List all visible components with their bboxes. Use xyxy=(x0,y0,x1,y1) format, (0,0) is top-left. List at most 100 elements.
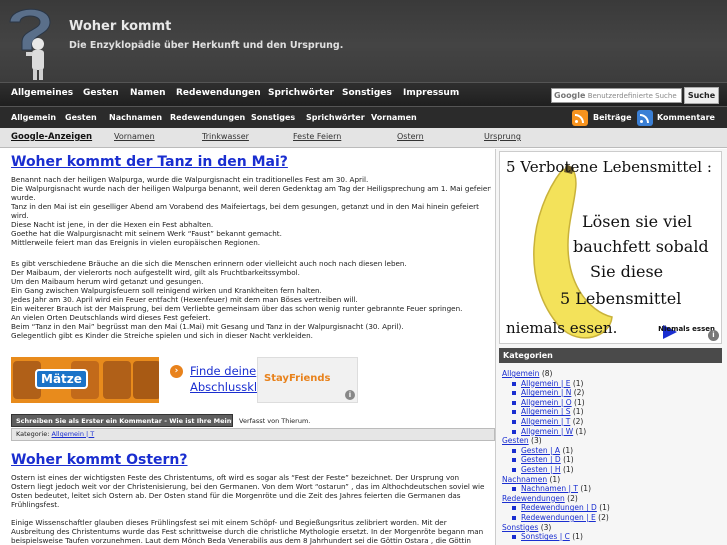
feed-comments-link[interactable]: Kommentare xyxy=(657,113,715,122)
text-line: Der Maibaum, der vielerorts noch aufgest… xyxy=(11,268,300,277)
nav-item-sonstiges[interactable]: Sonstiges xyxy=(342,88,392,98)
ad-links-bar: Google-Anzeigen Vornamen Trinkwasser Fes… xyxy=(0,128,727,148)
category-item: Redewendungen | D (1) xyxy=(502,503,722,513)
text-line: Frühlingsfest. xyxy=(11,500,60,509)
ad-link-ursprung[interactable]: Ursprung xyxy=(484,132,521,141)
category-link[interactable]: Gesten xyxy=(502,436,529,445)
banner-text: 5 Verbotene Lebensmittel : xyxy=(506,158,712,176)
feed-posts-link[interactable]: Beiträge xyxy=(593,113,632,122)
comment-link-button[interactable]: Schreiben Sie als Erster ein Kommentar -… xyxy=(11,414,233,427)
search-button[interactable]: Suche xyxy=(684,87,719,104)
stayfriends-ad[interactable]: StayFriends i xyxy=(257,357,358,403)
category-count: (1) xyxy=(570,378,584,388)
category-link[interactable]: Gesten | H xyxy=(521,465,561,474)
stayfriends-logo: StayFriends xyxy=(264,373,331,384)
category-link[interactable]: Sonstiges xyxy=(502,523,538,532)
category-item: Allgemein | T (2) xyxy=(502,417,722,427)
category-count: (2) xyxy=(570,416,584,426)
rss-feed-icon[interactable] xyxy=(572,110,588,126)
category-link[interactable]: Allgemein | E xyxy=(521,379,570,388)
banner-text: Lösen sie viel xyxy=(582,212,692,231)
text-line: Beim “Tanz in den Mai” begrüsst man den … xyxy=(11,322,404,331)
ad-link-trinkwasser[interactable]: Trinkwasser xyxy=(202,132,249,141)
category-count: (1) xyxy=(596,503,610,513)
category-item: Gesten | A (1) xyxy=(502,446,722,456)
search-input[interactable]: Google Benutzerdefinierte Suche xyxy=(551,88,682,103)
nav-item-sprichwoerter[interactable]: Sprichwörter xyxy=(268,88,334,98)
info-icon[interactable]: i xyxy=(345,390,355,400)
category-link[interactable]: Redewendungen | D xyxy=(521,503,597,512)
post-body: Einige Wissenschaftler glauben dieses Fr… xyxy=(11,518,491,545)
text-line: Um den Maibaum herum wird getanzt und ge… xyxy=(11,277,204,286)
category-link[interactable]: Nachnamen | T xyxy=(521,484,578,493)
page: Woher kommt Die Enzyklopädie über Herkun… xyxy=(0,0,727,545)
sidebar: 5 Verbotene Lebensmittel : Lösen sie vie… xyxy=(495,149,727,545)
site-title[interactable]: Woher kommt xyxy=(69,19,171,34)
ad-image-class-photo[interactable]: Mätze xyxy=(11,357,159,403)
nav-item-allgemeines[interactable]: Allgemeines xyxy=(11,88,73,98)
banner-text: Sie diese xyxy=(590,262,664,281)
google-ads-label[interactable]: Google-Anzeigen xyxy=(11,132,92,142)
category-link[interactable]: Allgemein | W xyxy=(521,427,573,436)
text-line: wurde. xyxy=(11,193,36,202)
categories-list: Allgemein (8) Allgemein | E (1) Allgemein … xyxy=(502,369,722,542)
nav2-item-vornamen[interactable]: Vornamen xyxy=(371,113,417,122)
nav-item-impressum[interactable]: Impressum xyxy=(403,88,459,98)
text-line: Ostern ist eines der wichtigsten Feste d… xyxy=(11,473,460,482)
category-count: (1) xyxy=(560,445,574,455)
text-line: Diese Nacht ist jene, in der die Hexen e… xyxy=(11,220,214,229)
category-count: (1) xyxy=(569,532,583,542)
nav2-item-sonstiges[interactable]: Sonstiges xyxy=(251,113,295,122)
arrow-right-icon[interactable]: › xyxy=(170,365,183,378)
category-link[interactable]: Gesten | A xyxy=(521,446,560,455)
question-mark-figure-icon xyxy=(9,8,51,80)
nav2-item-redewendungen[interactable]: Redewendungen xyxy=(170,113,245,122)
info-icon[interactable]: i xyxy=(708,330,719,341)
category-count: (1) xyxy=(560,464,574,474)
category-item: Gesten (3) xyxy=(502,436,722,446)
category-count: (2) xyxy=(564,493,578,503)
category-link[interactable]: Allgemein | O xyxy=(521,398,572,407)
text-line: Ein Gang zwischen Walpurgisfeuern soll r… xyxy=(11,286,322,295)
site-subtitle: Die Enzyklopädie über Herkunft und den U… xyxy=(69,40,344,51)
category-link[interactable]: Allgemein xyxy=(502,369,539,378)
category-count: (1) xyxy=(577,484,591,494)
nav2-item-gesten[interactable]: Gesten xyxy=(65,113,97,122)
banana-ad-banner[interactable]: 5 Verbotene Lebensmittel : Lösen sie vie… xyxy=(499,151,722,344)
ad-link-vornamen[interactable]: Vornamen xyxy=(114,132,155,141)
rss-comments-icon[interactable] xyxy=(637,110,653,126)
category-count: (1) xyxy=(547,474,561,484)
category-link[interactable]: Sonstiges | C xyxy=(521,532,570,541)
category-link[interactable]: Redewendungen | E xyxy=(521,513,596,522)
category-link[interactable]: Allgemein | T xyxy=(521,417,570,426)
ad-photo-person xyxy=(103,361,131,399)
category-item: Sonstiges | C (1) xyxy=(502,532,722,542)
nav2-item-nachnamen[interactable]: Nachnamen xyxy=(109,113,162,122)
text-line: Osten bedeutet, leitet sich Ostern ab. D… xyxy=(11,491,461,500)
post-title[interactable]: Woher kommt der Tanz in den Mai? xyxy=(11,154,288,170)
category-link[interactable]: Allgemein | S xyxy=(521,407,571,416)
nav-item-gesten[interactable]: Gesten xyxy=(83,88,119,98)
post-body: Benannt nach der heiligen Walpurga, wurd… xyxy=(11,175,491,247)
category-link[interactable]: Nachnamen xyxy=(502,475,547,484)
category-count: (2) xyxy=(595,512,609,522)
category-link[interactable]: Allgemein | N xyxy=(521,388,571,397)
category-link[interactable]: Redewendungen xyxy=(502,494,565,503)
nav2-item-allgemein[interactable]: Allgemein xyxy=(11,113,56,122)
nav-item-namen[interactable]: Namen xyxy=(130,88,166,98)
banner-more-link[interactable]: Niemals essen xyxy=(658,325,715,333)
nav2-item-sprichwoerter[interactable]: Sprichwörter xyxy=(306,113,365,122)
ad-badge: Mätze xyxy=(35,369,88,389)
text-line: Die Walpurgisnacht wurde nach der heilig… xyxy=(11,184,491,193)
ad-link-feste-feiern[interactable]: Feste Feiern xyxy=(293,132,341,141)
category-item: Redewendungen | E (2) xyxy=(502,513,722,523)
search-brand: Google xyxy=(554,91,586,100)
nav-item-redewendungen[interactable]: Redewendungen xyxy=(176,88,261,98)
ad-link-ostern[interactable]: Ostern xyxy=(397,132,424,141)
text-line: Benannt nach der heiligen Walpurga, wurd… xyxy=(11,175,369,184)
category-link[interactable]: Gesten | D xyxy=(521,455,561,464)
post-title[interactable]: Woher kommt Ostern? xyxy=(11,452,188,468)
category-link[interactable]: Allgemein | T xyxy=(52,430,95,438)
category-item: Gesten | D (1) xyxy=(502,455,722,465)
category-item: Gesten | H (1) xyxy=(502,465,722,475)
